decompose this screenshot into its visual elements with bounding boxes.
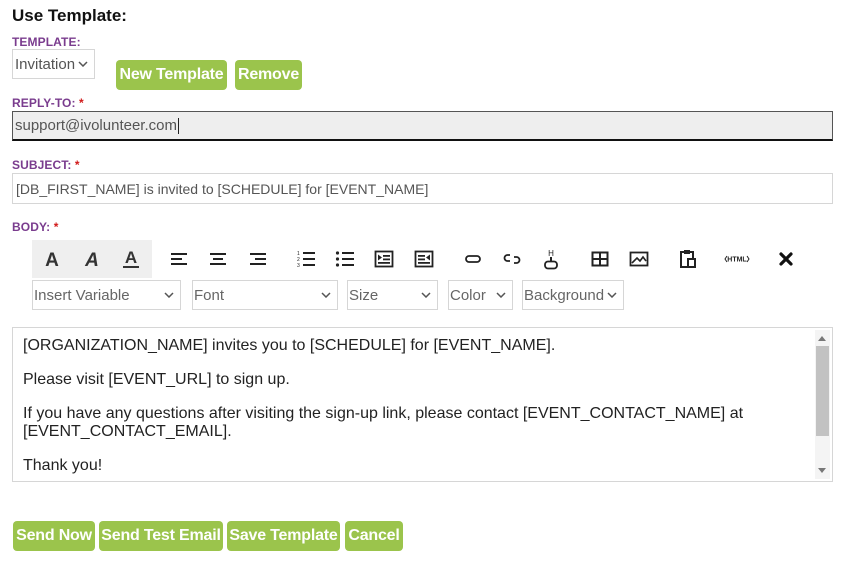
clear-format-icon[interactable]: [769, 240, 803, 278]
chevron-down-icon: [321, 292, 331, 298]
required-marker: *: [79, 96, 84, 110]
chevron-down-icon: [164, 292, 174, 298]
outdent-icon[interactable]: [407, 240, 441, 278]
size-select-value: Size: [349, 286, 379, 304]
table-icon[interactable]: [583, 240, 617, 278]
link-icon[interactable]: [456, 240, 490, 278]
font-select[interactable]: Font: [192, 280, 338, 310]
send-test-email-button[interactable]: Send Test Email: [99, 521, 223, 551]
unordered-list-icon[interactable]: [328, 240, 362, 278]
body-scrollbar[interactable]: [815, 330, 830, 479]
background-select[interactable]: Background: [522, 280, 624, 310]
align-center-icon[interactable]: [201, 240, 235, 278]
required-marker: *: [53, 220, 59, 234]
color-select[interactable]: Color: [448, 280, 513, 310]
align-right-icon[interactable]: [241, 240, 275, 278]
svg-text:A: A: [45, 250, 59, 268]
required-marker: *: [74, 158, 80, 172]
body-editor[interactable]: [ORGANIZATION_NAME] invites you to [SCHE…: [12, 327, 833, 482]
chevron-down-icon: [496, 292, 506, 298]
bold-icon[interactable]: A: [35, 240, 69, 278]
svg-text:H: H: [548, 249, 554, 258]
size-select[interactable]: Size: [347, 280, 438, 310]
reply-to-value: support@ivolunteer.com: [15, 117, 177, 134]
remove-template-button[interactable]: Remove: [235, 60, 302, 90]
chevron-down-icon: [607, 292, 617, 298]
reply-to-label: REPLY-TO: *: [12, 96, 84, 110]
chevron-down-icon: [421, 292, 431, 298]
new-template-button[interactable]: New Template: [116, 60, 227, 90]
align-left-icon[interactable]: [162, 240, 196, 278]
scroll-down-icon[interactable]: [818, 468, 826, 473]
subject-input[interactable]: [DB_FIRST_NAME] is invited to [SCHEDULE]…: [12, 173, 833, 204]
body-content[interactable]: [ORGANIZATION_NAME] invites you to [SCHE…: [23, 337, 813, 481]
send-now-button[interactable]: Send Now: [13, 521, 95, 551]
body-paragraph: If you have any questions after visiting…: [23, 405, 744, 440]
reply-to-input[interactable]: support@ivolunteer.com: [12, 111, 833, 141]
svg-text:3: 3: [297, 263, 300, 268]
underline-icon[interactable]: A: [114, 240, 148, 278]
subject-value: [DB_FIRST_NAME] is invited to [SCHEDULE]…: [16, 180, 429, 197]
body-paragraph: Thank you!: [23, 457, 103, 474]
italic-icon[interactable]: A: [75, 240, 109, 278]
template-select[interactable]: Invitation: [12, 49, 95, 79]
page-title: Use Template:: [12, 6, 127, 25]
save-template-button[interactable]: Save Template: [227, 521, 340, 551]
body-paragraph: Please visit [EVENT_URL] to sign up.: [23, 371, 290, 388]
chevron-down-icon: [78, 61, 88, 67]
body-paragraph: [ORGANIZATION_NAME] invites you to [SCHE…: [23, 337, 556, 354]
insert-variable-select[interactable]: Insert Variable: [32, 280, 181, 310]
subject-label: SUBJECT: *: [12, 158, 80, 172]
template-select-value: Invitation: [15, 55, 76, 73]
body-label: BODY: *: [12, 220, 59, 234]
font-select-value: Font: [194, 286, 225, 304]
svg-text:A: A: [84, 250, 99, 268]
background-select-value: Background: [524, 286, 605, 304]
image-icon[interactable]: [622, 240, 656, 278]
html-icon[interactable]: HTML: [720, 240, 754, 278]
cancel-button[interactable]: Cancel: [345, 521, 403, 551]
hr-icon[interactable]: H: [534, 240, 568, 278]
color-select-value: Color: [450, 286, 486, 304]
svg-text:A: A: [125, 249, 137, 267]
paste-icon[interactable]: [671, 240, 705, 278]
scroll-up-icon[interactable]: [818, 336, 826, 341]
ordered-list-icon[interactable]: 123: [289, 240, 323, 278]
html-icon-label: HTML: [727, 257, 747, 264]
scroll-thumb[interactable]: [816, 346, 829, 436]
unlink-icon[interactable]: [495, 240, 529, 278]
text-cursor: [177, 117, 179, 134]
indent-icon[interactable]: [367, 240, 401, 278]
template-label: TEMPLATE:: [12, 35, 81, 49]
insert-variable-value: Insert Variable: [34, 286, 130, 304]
